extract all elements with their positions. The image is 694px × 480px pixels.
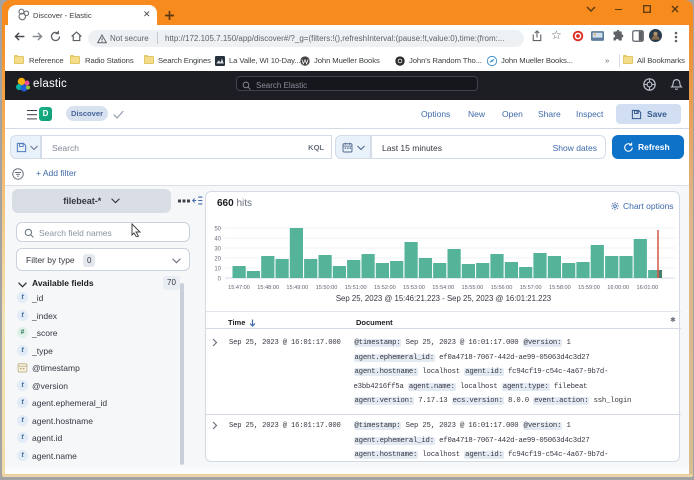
svg-text:15:51:00: 15:51:00 [345, 285, 367, 291]
svg-text:16:01:00: 16:01:00 [637, 285, 659, 291]
svg-text:15:53:00: 15:53:00 [403, 285, 425, 291]
svg-text:15:52:00: 15:52:00 [374, 285, 396, 291]
svg-text:15:50:00: 15:50:00 [316, 285, 338, 291]
svg-text:15:57:00: 15:57:00 [520, 285, 542, 291]
svg-text:15:48:00: 15:48:00 [257, 285, 279, 291]
svg-text:15:56:00: 15:56:00 [491, 285, 513, 291]
svg-text:15:55:00: 15:55:00 [462, 285, 484, 291]
svg-text:20: 20 [214, 257, 221, 263]
svg-text:15:47:00: 15:47:00 [228, 285, 250, 291]
svg-text:15:59:00: 15:59:00 [578, 285, 600, 291]
svg-text:15:54:00: 15:54:00 [432, 285, 454, 291]
svg-text:10: 10 [214, 267, 221, 273]
svg-text:15:49:00: 15:49:00 [286, 285, 308, 291]
svg-text:30: 30 [214, 247, 221, 253]
svg-text:15:58:00: 15:58:00 [549, 285, 571, 291]
svg-text:50: 50 [214, 227, 221, 233]
svg-text:40: 40 [214, 237, 221, 243]
svg-text:16:00:00: 16:00:00 [607, 285, 629, 291]
